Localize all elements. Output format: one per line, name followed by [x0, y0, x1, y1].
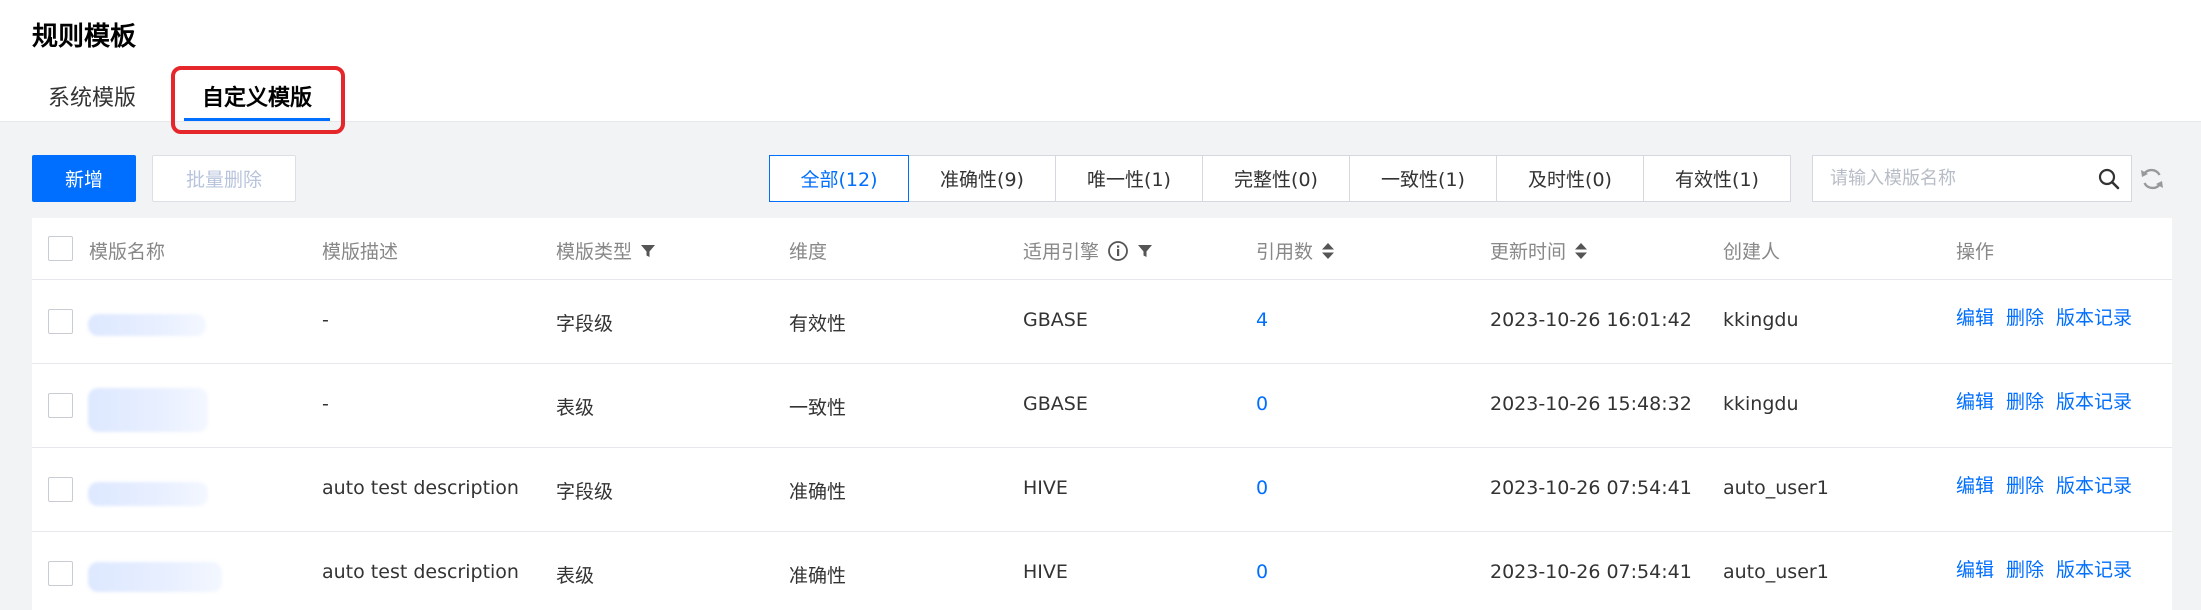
filter-accuracy[interactable]: 准确性(9) — [908, 155, 1056, 202]
edit-link[interactable]: 编辑 — [1956, 555, 1994, 582]
row-checkbox[interactable] — [48, 477, 73, 502]
template-name-redacted[interactable] — [88, 562, 222, 592]
template-name-redacted[interactable] — [88, 482, 208, 506]
cell-engine: HIVE — [1023, 477, 1068, 499]
delete-link[interactable]: 删除 — [2006, 555, 2044, 582]
cell-engine: GBASE — [1023, 309, 1088, 331]
cell-type: 字段级 — [556, 481, 614, 503]
cell-dimension: 有效性 — [789, 313, 847, 335]
template-table: 模版名称 模版描述 模版类型 维度 适用引擎 引用数 更新时间 创建人 操作 -… — [32, 218, 2172, 610]
cell-updated: 2023-10-26 07:54:41 — [1490, 477, 1692, 499]
column-header-creator: 创建人 — [1723, 241, 1781, 263]
filter-icon[interactable] — [640, 243, 656, 259]
cell-creator: auto_user1 — [1723, 477, 1829, 499]
filter-all[interactable]: 全部(12) — [769, 155, 909, 202]
template-name-redacted[interactable] — [88, 388, 208, 432]
search-box — [1812, 155, 2132, 202]
cell-updated: 2023-10-26 07:54:41 — [1490, 561, 1692, 583]
add-button[interactable]: 新增 — [32, 155, 136, 202]
version-history-link[interactable]: 版本记录 — [2056, 555, 2132, 582]
table-row: - 字段级 有效性 GBASE 4 2023-10-26 16:01:42 kk… — [32, 280, 2172, 364]
dimension-filter-group: 全部(12) 准确性(9) 唯一性(1) 完整性(0) 一致性(1) 及时性(0… — [769, 155, 1791, 202]
page-title: 规则模板 — [32, 22, 137, 52]
cell-refs-link[interactable]: 0 — [1256, 561, 1268, 583]
cell-description: auto test description — [322, 477, 519, 499]
column-header-actions: 操作 — [1956, 241, 1995, 263]
row-actions: 编辑 删除 版本记录 — [1956, 555, 2132, 582]
row-actions: 编辑 删除 版本记录 — [1956, 303, 2132, 330]
info-icon[interactable] — [1107, 240, 1129, 262]
cell-creator: kkingdu — [1723, 309, 1799, 331]
column-header-updated: 更新时间 — [1490, 237, 1588, 264]
table-row: auto test description 表级 准确性 HIVE 0 2023… — [32, 532, 2172, 610]
delete-link[interactable]: 删除 — [2006, 387, 2044, 414]
row-actions: 编辑 删除 版本记录 — [1956, 471, 2132, 498]
cell-refs-link[interactable]: 0 — [1256, 393, 1268, 415]
version-history-link[interactable]: 版本记录 — [2056, 471, 2132, 498]
cell-creator: auto_user1 — [1723, 561, 1829, 583]
cell-creator: kkingdu — [1723, 393, 1799, 415]
edit-link[interactable]: 编辑 — [1956, 471, 1994, 498]
version-history-link[interactable]: 版本记录 — [2056, 387, 2132, 414]
column-header-engine: 适用引擎 — [1023, 237, 1153, 264]
row-checkbox[interactable] — [48, 561, 73, 586]
column-header-name: 模版名称 — [89, 241, 166, 263]
page-header: 规则模板 系统模版 自定义模版 — [0, 0, 2201, 134]
row-checkbox[interactable] — [48, 393, 73, 418]
cell-dimension: 一致性 — [789, 397, 847, 419]
column-header-dimension: 维度 — [789, 241, 828, 263]
column-header-description: 模版描述 — [322, 241, 399, 263]
table-row: - 表级 一致性 GBASE 0 2023-10-26 15:48:32 kki… — [32, 364, 2172, 448]
filter-completeness[interactable]: 完整性(0) — [1202, 155, 1350, 202]
row-actions: 编辑 删除 版本记录 — [1956, 387, 2132, 414]
cell-description: - — [322, 309, 329, 331]
version-history-link[interactable]: 版本记录 — [2056, 303, 2132, 330]
cell-updated: 2023-10-26 15:48:32 — [1490, 393, 1692, 415]
cell-type: 表级 — [556, 565, 595, 587]
table-header: 模版名称 模版描述 模版类型 维度 适用引擎 引用数 更新时间 创建人 操作 — [32, 218, 2172, 280]
tab-system-templates[interactable]: 系统模版 — [48, 80, 136, 112]
cell-refs-link[interactable]: 4 — [1256, 309, 1268, 331]
batch-delete-button[interactable]: 批量删除 — [152, 155, 296, 202]
sort-icon[interactable] — [1574, 242, 1588, 260]
filter-validity[interactable]: 有效性(1) — [1643, 155, 1791, 202]
column-header-refs: 引用数 — [1256, 237, 1335, 264]
select-all-checkbox[interactable] — [48, 236, 73, 261]
template-name-redacted[interactable] — [88, 314, 206, 336]
cell-engine: HIVE — [1023, 561, 1068, 583]
cell-refs-link[interactable]: 0 — [1256, 477, 1268, 499]
delete-link[interactable]: 删除 — [2006, 471, 2044, 498]
cell-description: - — [322, 393, 329, 415]
cell-updated: 2023-10-26 16:01:42 — [1490, 309, 1692, 331]
filter-timeliness[interactable]: 及时性(0) — [1496, 155, 1644, 202]
search-input[interactable] — [1813, 156, 2083, 201]
edit-link[interactable]: 编辑 — [1956, 387, 1994, 414]
edit-link[interactable]: 编辑 — [1956, 303, 1994, 330]
search-icon[interactable] — [2097, 167, 2121, 191]
row-checkbox[interactable] — [48, 309, 73, 334]
cell-description: auto test description — [322, 561, 519, 583]
filter-icon[interactable] — [1137, 243, 1153, 259]
filter-uniqueness[interactable]: 唯一性(1) — [1055, 155, 1203, 202]
column-header-type: 模版类型 — [556, 237, 656, 264]
cell-type: 字段级 — [556, 313, 614, 335]
cell-engine: GBASE — [1023, 393, 1088, 415]
cell-type: 表级 — [556, 397, 595, 419]
refresh-icon[interactable] — [2139, 166, 2165, 192]
cell-dimension: 准确性 — [789, 565, 847, 587]
filter-consistency[interactable]: 一致性(1) — [1349, 155, 1497, 202]
sort-icon[interactable] — [1321, 242, 1335, 260]
annotation-highlight-box — [171, 66, 345, 134]
cell-dimension: 准确性 — [789, 481, 847, 503]
delete-link[interactable]: 删除 — [2006, 303, 2044, 330]
table-row: auto test description 字段级 准确性 HIVE 0 202… — [32, 448, 2172, 532]
